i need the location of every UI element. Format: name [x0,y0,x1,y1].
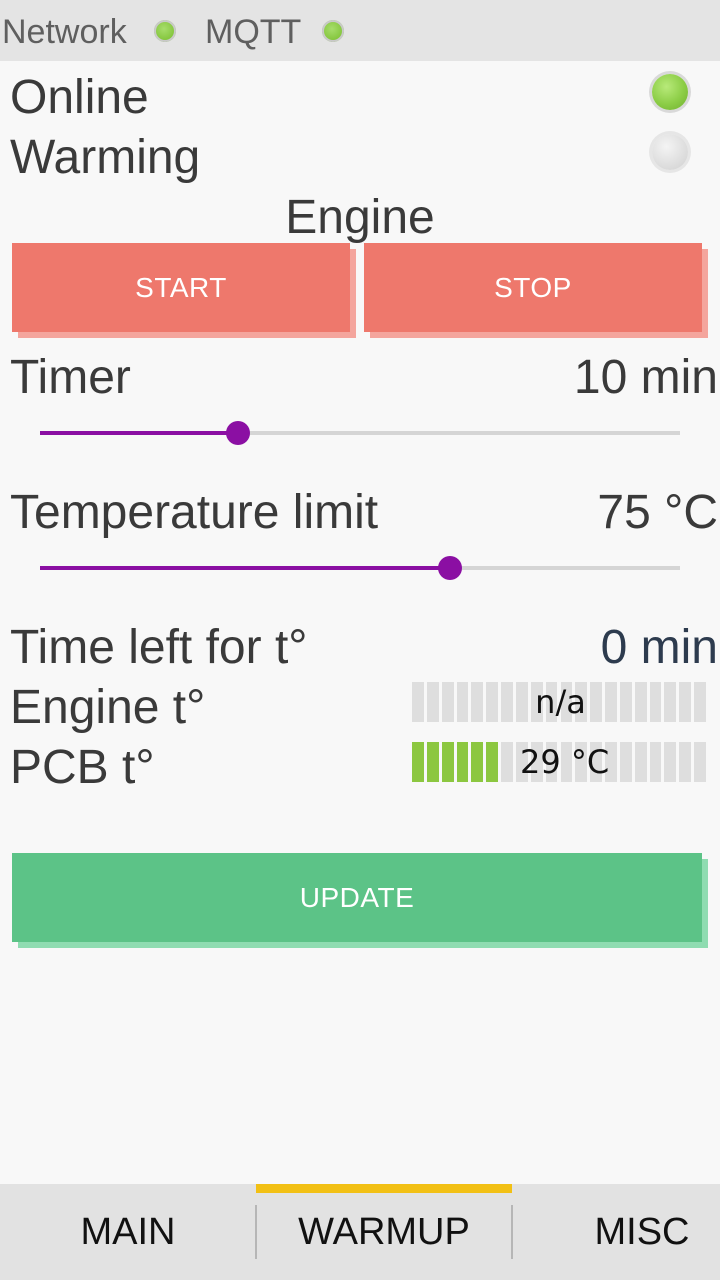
pcb-temp-value: 29 °C [520,743,610,781]
warming-status-led [652,134,688,170]
temperature-limit-slider-fill [40,566,450,570]
start-button[interactable]: START [12,243,350,332]
warming-label: Warming [10,131,201,184]
online-status-led [652,74,688,110]
timer-slider-thumb[interactable] [226,421,251,445]
temperature-limit-label: Temperature limit [10,486,379,539]
network-status-indicator [154,20,176,42]
temperature-limit-slider-thumb[interactable] [437,556,462,580]
tab-main-label: MAIN [80,1210,176,1253]
update-button[interactable]: UPDATE [12,853,702,942]
mqtt-status-indicator [322,20,344,42]
network-label: Network [2,13,127,51]
engine-temp-label: Engine t° [10,681,206,734]
stop-button[interactable]: STOP [364,243,702,332]
timer-slider-fill [40,431,239,435]
bottom-tab-bar: MAIN WARMUP MISC [0,1184,720,1280]
time-left-label: Time left for t° [10,621,308,674]
tab-misc[interactable]: MISC [512,1184,720,1280]
status-bar: Network MQTT [0,0,720,61]
engine-temp-value: n/a [535,683,586,721]
online-label: Online [10,71,149,124]
pcb-temp-label: PCB t° [10,741,155,794]
mqtt-label: MQTT [205,13,302,51]
tab-warmup-label: WARMUP [298,1210,470,1253]
temperature-limit-slider[interactable] [40,553,680,583]
tab-warmup[interactable]: WARMUP [256,1184,512,1280]
engine-temp-gauge: n/a [412,682,709,722]
engine-title: Engine [285,191,435,244]
tab-misc-label: MISC [594,1210,690,1253]
timer-label: Timer [10,351,131,404]
timer-value: 10 min [573,351,718,404]
temperature-limit-value: 75 °C [597,486,718,539]
active-tab-indicator [256,1184,512,1193]
timer-slider[interactable] [40,418,680,448]
tab-main[interactable]: MAIN [0,1184,256,1280]
pcb-temp-gauge: 29 °C [412,742,709,782]
time-left-value: 0 min [600,621,718,674]
